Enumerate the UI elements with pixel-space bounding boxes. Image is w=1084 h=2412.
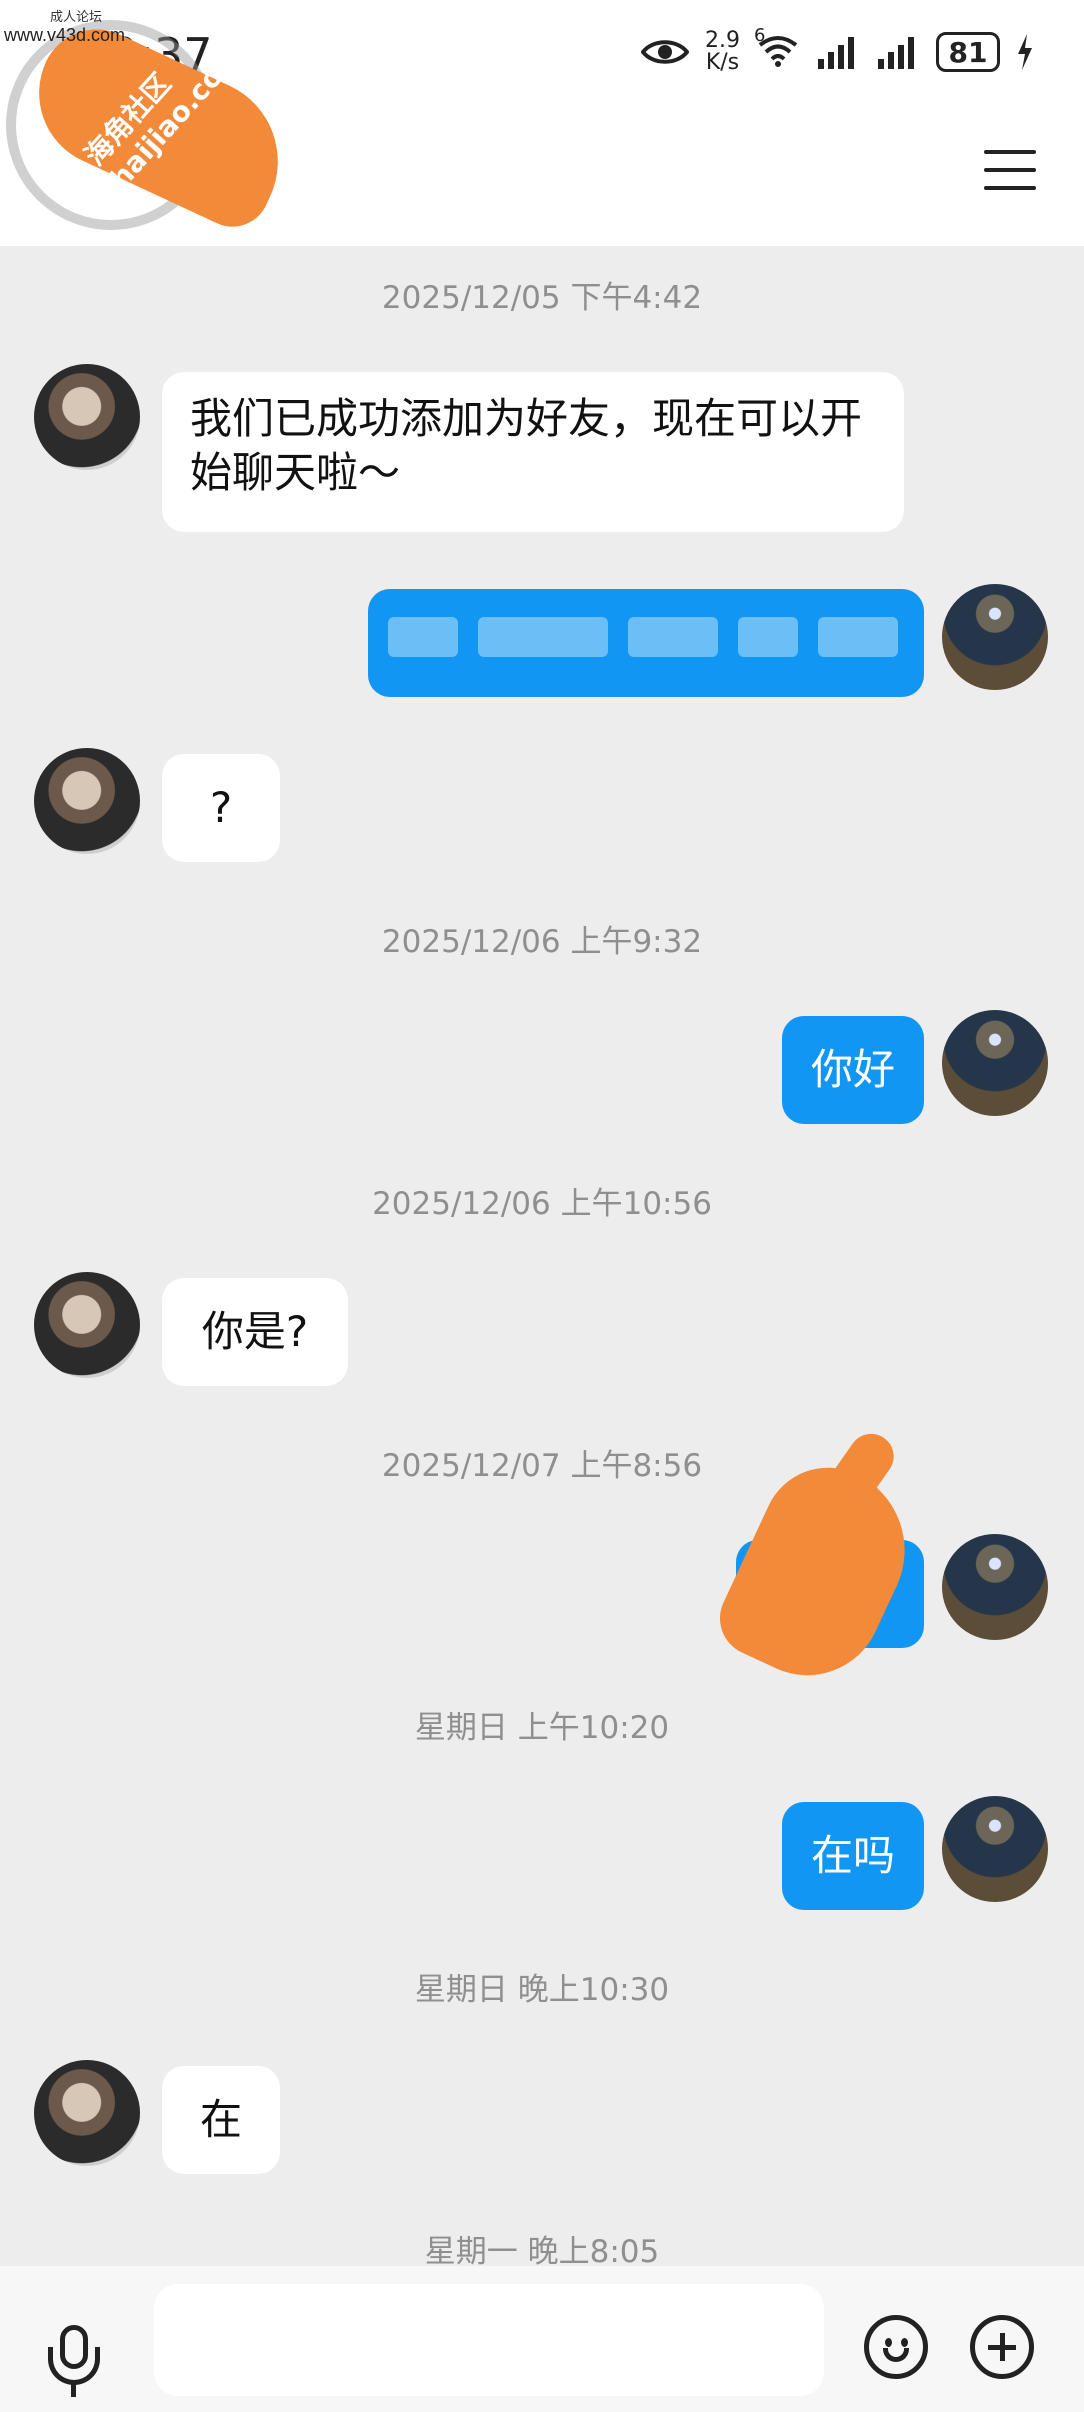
message-input[interactable] <box>154 2284 824 2396</box>
watermark: 成人论坛 www.v43d.com 海角社区 haijiao.com <box>0 0 306 260</box>
message-bubble-redacted[interactable] <box>368 589 924 697</box>
message-bubble[interactable]: 在 <box>162 2066 280 2174</box>
emoji-icon[interactable] <box>864 2315 928 2379</box>
status-icons: 2.9 K/s 6 81 <box>641 25 1034 74</box>
message-bubble[interactable]: 我们已成功添加为好友，现在可以开始聊天啦～ <box>162 372 904 532</box>
message-bubble[interactable]: 在吗 <box>782 1802 924 1910</box>
battery-level: 81 <box>936 32 1000 72</box>
message-bubble[interactable]: 你好 <box>782 1016 924 1124</box>
net-speed-unit: K/s <box>705 50 740 75</box>
plus-icon[interactable] <box>970 2315 1034 2379</box>
my-avatar[interactable] <box>942 1534 1048 1640</box>
signal-icon <box>878 37 914 69</box>
contact-avatar[interactable] <box>34 2060 140 2166</box>
redaction-block <box>478 617 608 657</box>
message-bubble[interactable]: 你是? <box>162 1278 348 1386</box>
my-avatar[interactable] <box>942 1010 1048 1116</box>
watermark-site: www.v43d.com <box>4 25 126 45</box>
redaction-scribble <box>707 1425 933 1708</box>
timestamp: 星期日 上午10:20 <box>414 1710 670 1746</box>
timestamp: 星期一 晚上8:05 <box>424 2234 660 2270</box>
timestamp: 星期日 晚上10:30 <box>414 1972 670 2008</box>
watermark-small-text: 成人论坛 <box>50 10 103 25</box>
contact-avatar[interactable] <box>34 364 140 470</box>
timestamp: 2025/12/05 下午4:42 <box>381 280 703 316</box>
message-bubble[interactable]: ? <box>162 754 280 862</box>
microphone-icon[interactable] <box>44 2325 104 2399</box>
redaction-block <box>388 617 458 657</box>
menu-icon[interactable] <box>984 150 1036 194</box>
my-avatar[interactable] <box>942 1796 1048 1902</box>
net-speed-value: 2.9 <box>705 28 740 53</box>
signal-icon <box>818 37 854 69</box>
my-avatar[interactable] <box>942 584 1048 690</box>
wifi-indicator: 6 <box>754 25 800 71</box>
net-speed: 2.9 K/s <box>705 30 740 74</box>
wifi-label: 6 <box>754 25 766 46</box>
eye-icon <box>641 40 689 64</box>
redaction-block <box>818 617 898 657</box>
timestamp: 2025/12/06 上午10:56 <box>372 1186 712 1222</box>
redaction-block <box>738 617 798 657</box>
charging-icon <box>1018 34 1032 70</box>
timestamp: 2025/12/07 上午8:56 <box>381 1448 703 1484</box>
chat-list[interactable]: 2025/12/05 下午4:42 我们已成功添加为好友，现在可以开始聊天啦～ … <box>0 246 1084 2270</box>
contact-avatar[interactable] <box>34 1272 140 1378</box>
timestamp: 2025/12/06 上午9:32 <box>381 924 703 960</box>
redaction-block <box>628 617 718 657</box>
contact-avatar[interactable] <box>34 748 140 854</box>
